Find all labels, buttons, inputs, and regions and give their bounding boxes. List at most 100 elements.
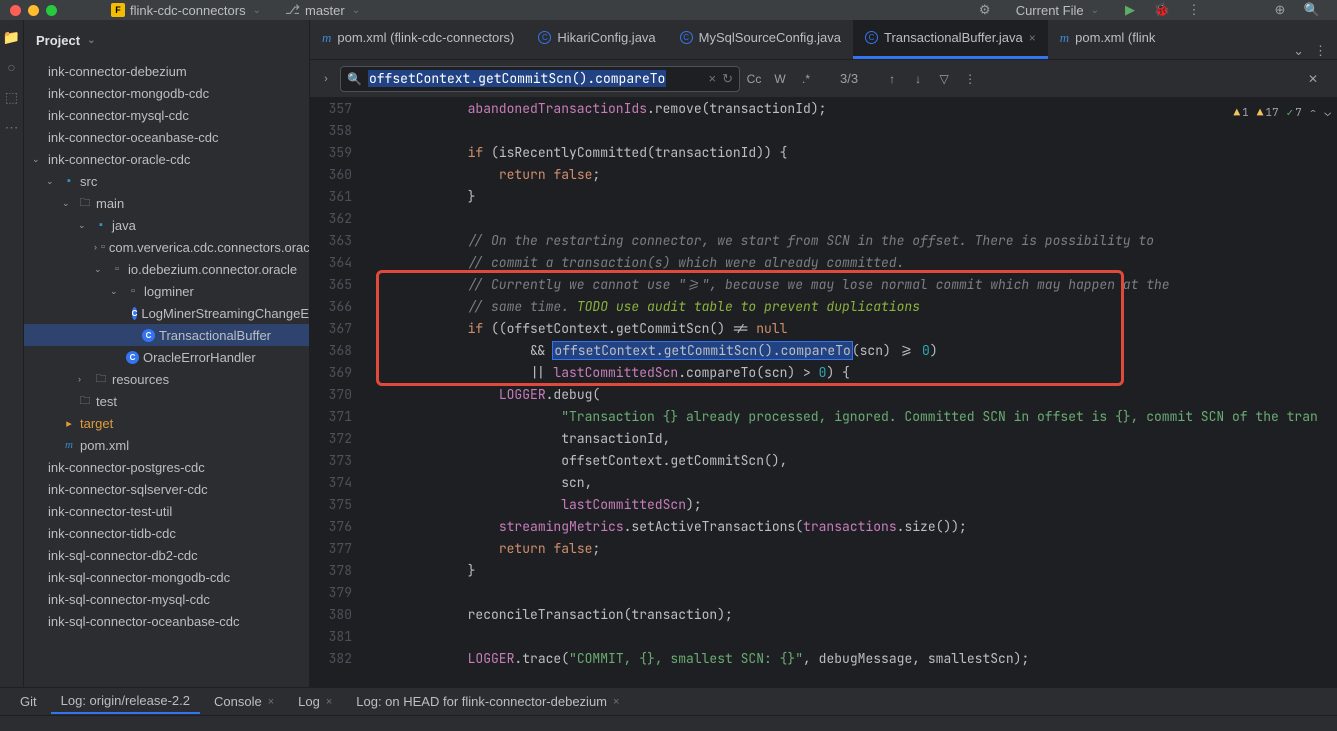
tree-item[interactable]: ink-connector-test-util <box>24 500 309 522</box>
editor-tab[interactable]: CTransactionalBuffer.java× <box>853 20 1048 59</box>
close-icon[interactable]: × <box>326 696 332 708</box>
filter-button[interactable]: ▽ <box>932 67 956 91</box>
close-icon[interactable]: × <box>1029 31 1036 45</box>
more-icon[interactable]: ⋮ <box>1185 1 1203 19</box>
project-tree[interactable]: ink-connector-debezium ink-connector-mon… <box>24 60 309 687</box>
regex-button[interactable]: .* <box>794 67 818 91</box>
bottom-tab[interactable]: Git <box>10 690 47 713</box>
code-line[interactable] <box>374 582 1337 604</box>
code-line[interactable]: transactionId, <box>374 428 1337 450</box>
tree-item[interactable]: ⌄▪ src <box>24 170 309 192</box>
code-line[interactable] <box>374 626 1337 648</box>
tree-item[interactable]: C LogMinerStreamingChangeE <box>24 302 309 324</box>
commit-tool-icon[interactable]: ○ <box>3 58 21 76</box>
code-line[interactable]: LOGGER.trace("COMMIT, {}, smallest SCN: … <box>374 648 1337 670</box>
prev-match-button[interactable]: ↑ <box>880 67 904 91</box>
code-line[interactable]: scn, <box>374 472 1337 494</box>
find-input-wrap[interactable]: 🔍 offsetContext.getCommitScn().compareTo… <box>340 66 740 92</box>
code-line[interactable] <box>374 120 1337 142</box>
tree-item[interactable]: ⌄▫ io.debezium.connector.oracle <box>24 258 309 280</box>
match-case-button[interactable]: Cc <box>742 67 766 91</box>
code-line[interactable]: streamingMetrics.setActiveTransactions(t… <box>374 516 1337 538</box>
project-tool-icon[interactable]: 📁 <box>3 28 21 46</box>
search-icon[interactable]: 🔍 <box>1303 1 1321 19</box>
find-close-button[interactable]: ✕ <box>1301 67 1325 91</box>
code-line[interactable]: return false; <box>374 164 1337 186</box>
code-line[interactable]: LOGGER.debug( <box>374 384 1337 406</box>
code-line[interactable]: || lastCommittedScn.compareTo(scn) > 0) … <box>374 362 1337 384</box>
tree-item[interactable]: ⌄▪ java <box>24 214 309 236</box>
tree-item[interactable]: ink-sql-connector-oceanbase-cdc <box>24 610 309 632</box>
tree-item[interactable]: ink-sql-connector-db2-cdc <box>24 544 309 566</box>
code-line[interactable]: lastCommittedScn); <box>374 494 1337 516</box>
tree-item[interactable]: m pom.xml <box>24 434 309 456</box>
tree-item[interactable]: ⌄ ink-connector-oracle-cdc <box>24 148 309 170</box>
build-icon[interactable]: ⚙ <box>976 1 994 19</box>
code-line[interactable]: offsetContext.getCommitScn(), <box>374 450 1337 472</box>
tree-item[interactable]: ink-sql-connector-mysql-cdc <box>24 588 309 610</box>
maximize-window-button[interactable] <box>46 5 57 16</box>
code-line[interactable]: && offsetContext.getCommitScn().compareT… <box>374 340 1337 362</box>
bottom-tab[interactable]: Log× <box>288 690 342 713</box>
editor-tab[interactable]: mpom.xml (flink-cdc-connectors) <box>310 20 526 59</box>
find-expand-button[interactable]: › <box>314 73 338 85</box>
close-icon[interactable]: × <box>268 696 274 708</box>
debug-icon[interactable]: 🐞 <box>1153 1 1171 19</box>
clear-icon[interactable]: × <box>709 71 717 86</box>
code-line[interactable]: // On the restarting connector, we start… <box>374 230 1337 252</box>
tree-item[interactable]: ⌄▫ logminer <box>24 280 309 302</box>
code-line[interactable]: if (isRecentlyCommitted(transactionId)) … <box>374 142 1337 164</box>
history-icon[interactable]: ↻ <box>722 71 733 87</box>
tree-item[interactable]: ⌄🗀 main <box>24 192 309 214</box>
run-icon[interactable]: ▶ <box>1121 1 1139 19</box>
find-more-button[interactable]: ⋮ <box>958 67 982 91</box>
inspect-down-icon[interactable]: ⌄ <box>1324 102 1331 124</box>
bottom-tab[interactable]: Console× <box>204 690 284 713</box>
tab-list-icon[interactable]: ⌄ <box>1293 43 1304 59</box>
structure-tool-icon[interactable]: ⬚ <box>3 88 21 106</box>
code-with-me-icon[interactable]: ⊕ <box>1271 1 1289 19</box>
code-line[interactable]: reconcileTransaction(transaction); <box>374 604 1337 626</box>
tree-item[interactable]: ink-connector-debezium <box>24 60 309 82</box>
project-panel-header[interactable]: Project ⌄ <box>24 20 309 60</box>
code-line[interactable] <box>374 208 1337 230</box>
tree-item[interactable]: ›🗀 resources <box>24 368 309 390</box>
tree-item[interactable]: ink-connector-postgres-cdc <box>24 456 309 478</box>
inspection-bar[interactable]: ▲1 ▲17 ✓7 ⌃ ⌄ <box>1234 102 1331 124</box>
code-line[interactable]: // Currently we cannot use ">=", because… <box>374 274 1337 296</box>
more-tools-icon[interactable]: ⋯ <box>3 118 21 136</box>
inspect-up-icon[interactable]: ⌃ <box>1310 102 1317 124</box>
git-branch-selector[interactable]: ⎇ master ⌄ <box>277 0 368 20</box>
tree-item[interactable]: C TransactionalBuffer <box>24 324 309 346</box>
tree-item[interactable]: 🗀 test <box>24 390 309 412</box>
code-line[interactable]: } <box>374 560 1337 582</box>
close-window-button[interactable] <box>10 5 21 16</box>
code-line[interactable]: abandonedTransactionIds.remove(transacti… <box>374 98 1337 120</box>
whole-word-button[interactable]: W <box>768 67 792 91</box>
minimize-window-button[interactable] <box>28 5 39 16</box>
tree-item[interactable]: ink-connector-mongodb-cdc <box>24 82 309 104</box>
bottom-tab[interactable]: Log: on HEAD for flink-connector-debeziu… <box>346 690 629 713</box>
project-selector[interactable]: F flink-cdc-connectors ⌄ <box>103 1 269 20</box>
tree-item[interactable]: ink-connector-sqlserver-cdc <box>24 478 309 500</box>
tree-item[interactable]: ink-connector-mysql-cdc <box>24 104 309 126</box>
editor-tab[interactable]: CHikariConfig.java <box>526 20 667 59</box>
code-line[interactable]: // commit a transaction(s) which were al… <box>374 252 1337 274</box>
tree-item[interactable]: ▸ target <box>24 412 309 434</box>
code-content[interactable]: abandonedTransactionIds.remove(transacti… <box>366 98 1337 687</box>
find-input[interactable]: offsetContext.getCommitScn().compareTo <box>368 70 703 87</box>
code-line[interactable]: "Transaction {} already processed, ignor… <box>374 406 1337 428</box>
tree-item[interactable]: C OracleErrorHandler <box>24 346 309 368</box>
code-line[interactable]: // same time. TODO use audit table to pr… <box>374 296 1337 318</box>
tree-item[interactable]: ink-connector-tidb-cdc <box>24 522 309 544</box>
code-line[interactable]: } <box>374 186 1337 208</box>
bottom-tab[interactable]: Log: origin/release-2.2 <box>51 689 200 714</box>
code-line[interactable]: return false; <box>374 538 1337 560</box>
editor-tab[interactable]: CMySqlSourceConfig.java <box>668 20 853 59</box>
editor-tab[interactable]: mpom.xml (flink <box>1048 20 1168 59</box>
tree-item[interactable]: ink-sql-connector-mongodb-cdc <box>24 566 309 588</box>
tab-more-icon[interactable]: ⋮ <box>1314 43 1327 59</box>
tree-item[interactable]: ink-connector-oceanbase-cdc <box>24 126 309 148</box>
next-match-button[interactable]: ↓ <box>906 67 930 91</box>
run-config-selector[interactable]: Current File ⌄ <box>1008 1 1107 20</box>
